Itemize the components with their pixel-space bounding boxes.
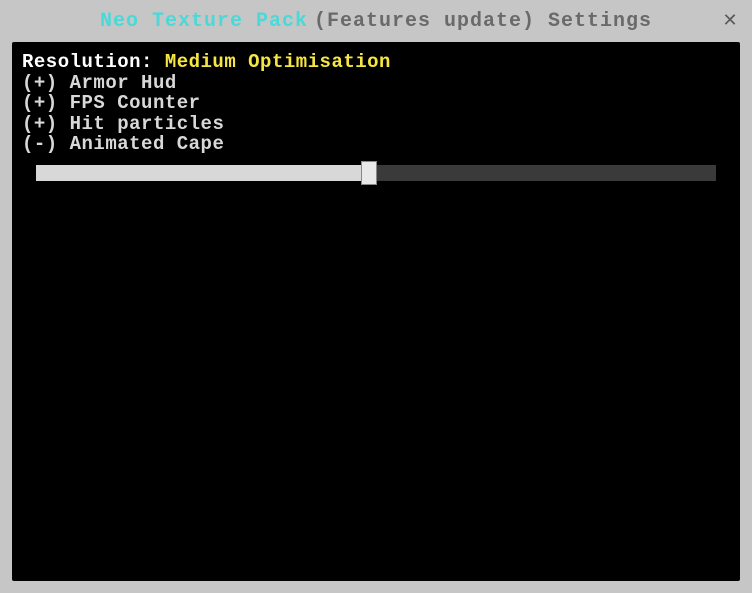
slider[interactable] [36, 165, 716, 181]
feature-marker: (-) [22, 133, 58, 155]
slider-empty [369, 165, 716, 181]
content-panel: Resolution: Medium Optimisation (+) Armo… [12, 42, 740, 581]
feature-name: FPS Counter [70, 92, 201, 114]
close-icon[interactable]: ✕ [720, 10, 740, 30]
slider-handle[interactable] [361, 161, 377, 185]
titlebar: Neo Texture Pack (Features update) Setti… [0, 0, 752, 42]
resolution-label: Resolution: [22, 51, 165, 73]
resolution-setting[interactable]: Resolution: Medium Optimisation [22, 52, 730, 73]
title-brand: Neo Texture Pack [100, 10, 308, 33]
feature-hit-particles[interactable]: (+) Hit particles [22, 114, 730, 135]
feature-animated-cape[interactable]: (-) Animated Cape [22, 134, 730, 155]
settings-window: Neo Texture Pack (Features update) Setti… [0, 0, 752, 593]
feature-name: Animated Cape [70, 133, 225, 155]
feature-marker: (+) [22, 113, 58, 135]
feature-armor-hud[interactable]: (+) Armor Hud [22, 73, 730, 94]
title-suffix: (Features update) Settings [314, 10, 652, 33]
window-title: Neo Texture Pack (Features update) Setti… [100, 10, 652, 33]
resolution-value: Medium Optimisation [165, 51, 391, 73]
feature-name: Hit particles [70, 113, 225, 135]
feature-name: Armor Hud [70, 72, 177, 94]
feature-marker: (+) [22, 92, 58, 114]
feature-marker: (+) [22, 72, 58, 94]
feature-fps-counter[interactable]: (+) FPS Counter [22, 93, 730, 114]
slider-fill [36, 165, 369, 181]
